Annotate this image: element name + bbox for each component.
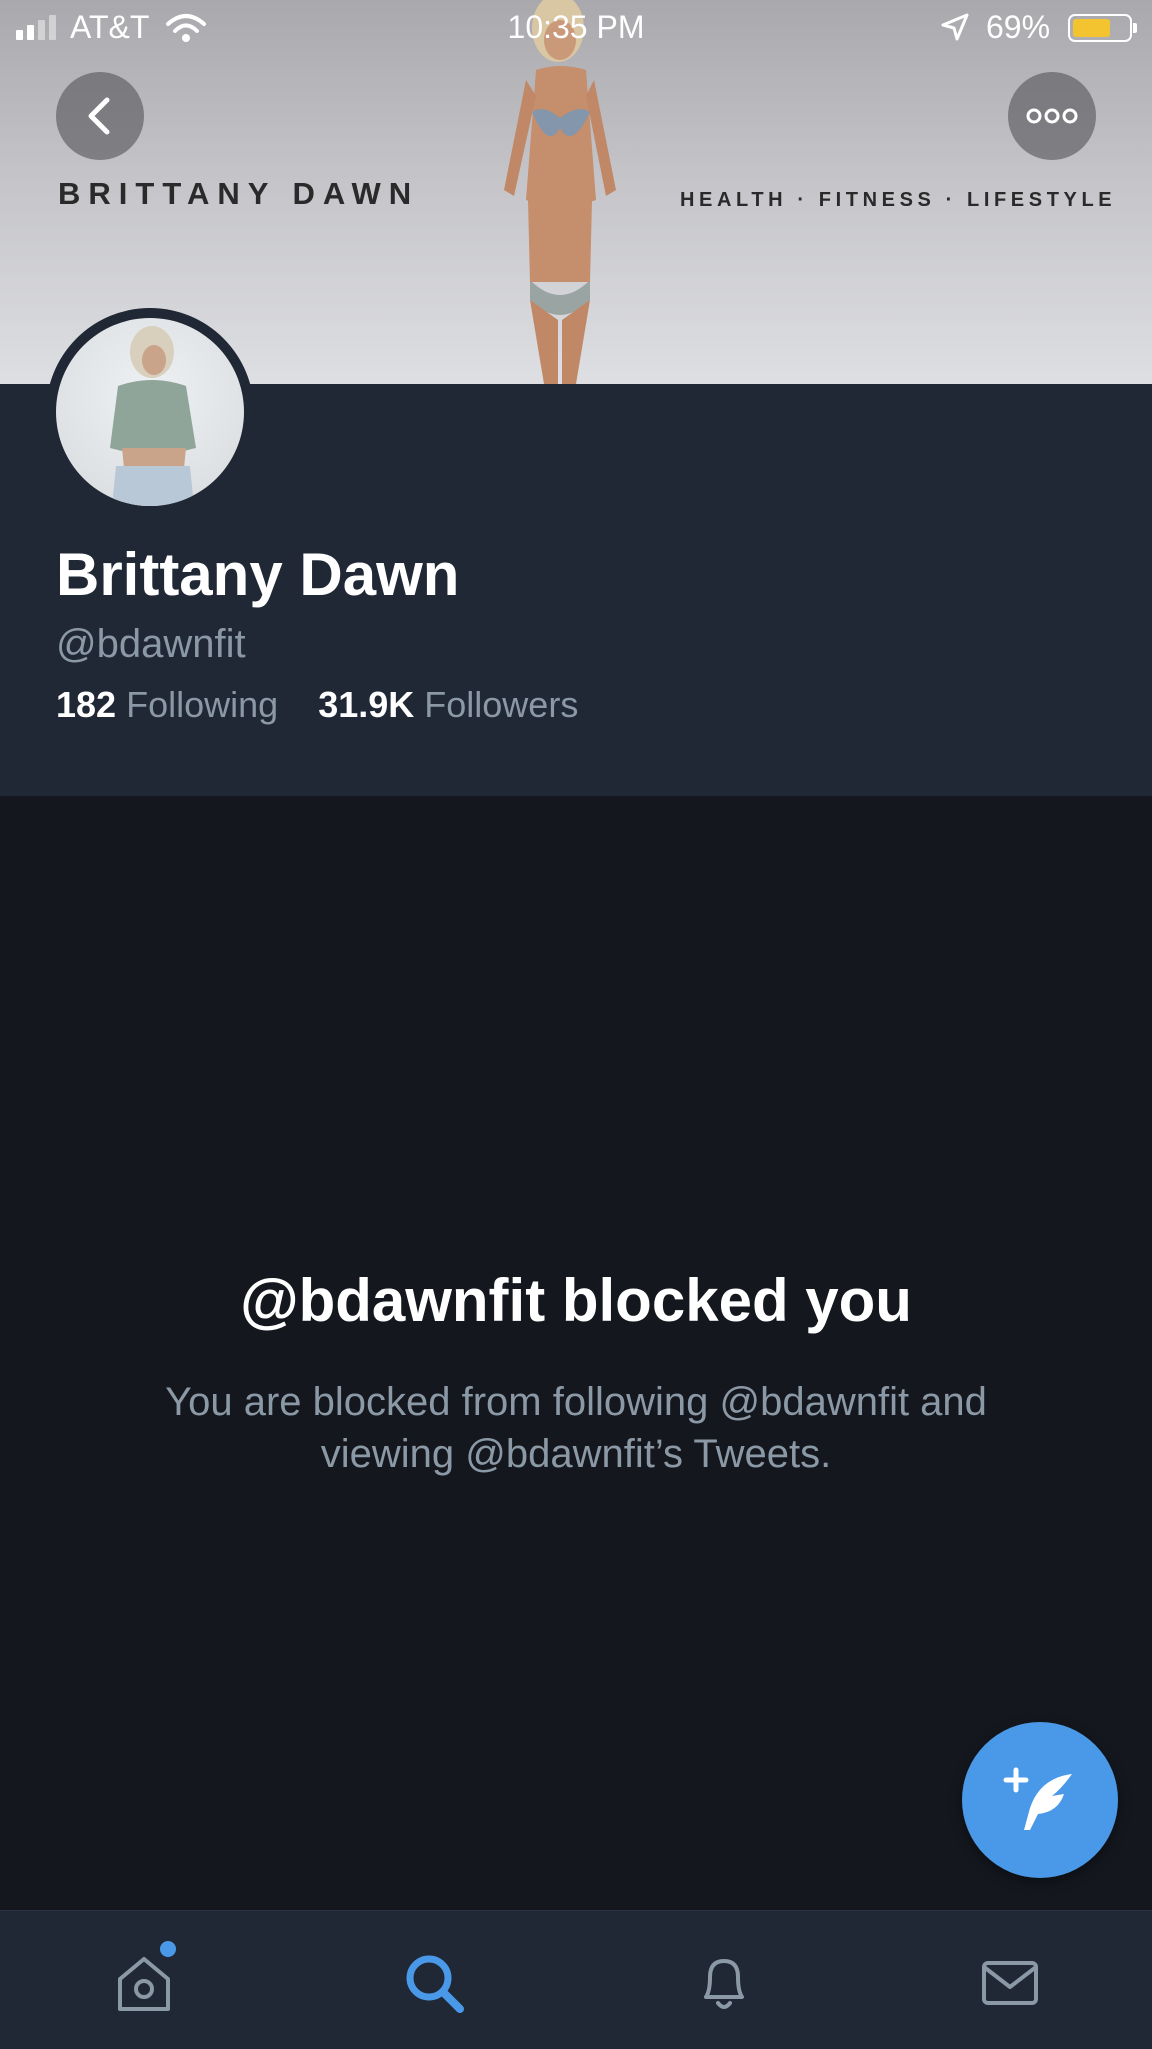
following-link[interactable]: 182 Following (56, 684, 278, 725)
compose-tweet-button[interactable] (962, 1722, 1118, 1878)
mail-icon (982, 1961, 1038, 2005)
bell-icon (704, 1959, 744, 2009)
followers-count: 31.9K (318, 684, 415, 725)
following-label: Following (126, 684, 279, 725)
location-arrow-icon (941, 13, 969, 41)
back-button[interactable] (56, 72, 144, 160)
search-icon (406, 1955, 464, 2013)
compose-tweet-icon (1003, 1767, 1072, 1830)
clock: 10:35 PM (507, 9, 645, 45)
profile-display-name: Brittany Dawn (56, 541, 460, 608)
banner-photo (504, 0, 616, 384)
tab-notifications[interactable] (688, 1947, 760, 2019)
tab-search[interactable] (398, 1947, 470, 2019)
avatar-photo (110, 326, 196, 506)
home-icon (118, 1957, 170, 2011)
chevron-left-icon (88, 97, 110, 135)
blocked-title: @bdawnfit blocked you (240, 1267, 912, 1334)
battery-icon (1068, 14, 1137, 42)
more-options-button[interactable] (1008, 72, 1096, 160)
status-bar: AT&T 10:35 PM 69% (0, 0, 1152, 56)
bottom-tab-bar (0, 1910, 1152, 2049)
blocked-description: You are blocked from following @bdawnfit… (165, 1380, 987, 1476)
battery-percent: 69% (986, 9, 1051, 45)
followers-label: Followers (424, 684, 579, 725)
avatar[interactable] (46, 308, 254, 516)
follow-stats: 182 Following 31.9K Followers (56, 684, 578, 726)
banner-tagline: HEALTH · FITNESS · LIFESTYLE (680, 189, 1117, 211)
banner-brand-name: BRITTANY DAWN (58, 176, 420, 211)
followers-link[interactable]: 31.9K Followers (318, 684, 578, 725)
tab-home[interactable] (108, 1947, 180, 2019)
following-count: 182 (56, 684, 117, 725)
profile-handle: @bdawnfit (56, 622, 246, 666)
home-notification-dot (160, 1941, 176, 1957)
tab-messages[interactable] (974, 1947, 1046, 2019)
battery-fill (1073, 19, 1110, 37)
more-horizontal-icon (1026, 108, 1078, 124)
